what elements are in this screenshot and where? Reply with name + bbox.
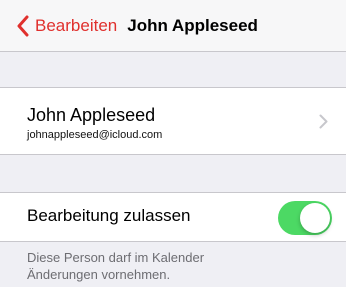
allow-editing-label: Bearbeitung zulassen xyxy=(27,206,191,225)
back-button[interactable]: Bearbeiten xyxy=(16,15,117,37)
allow-editing-cell: Bearbeitung zulassen xyxy=(0,192,346,242)
chevron-left-icon xyxy=(17,15,29,36)
footer-line-2: Änderungen vornehmen. xyxy=(27,267,171,282)
toggle-knob xyxy=(300,203,330,233)
footer-line-1: Diese Person darf im Kalender xyxy=(27,250,205,265)
page-title: John Appleseed xyxy=(127,15,258,35)
allow-editing-toggle[interactable] xyxy=(278,201,332,235)
permission-footer-note: Diese Person darf im Kalender Änderungen… xyxy=(27,249,327,283)
navigation-bar: Bearbeiten John Appleseed xyxy=(0,0,346,52)
back-button-label: Bearbeiten xyxy=(35,15,118,35)
chevron-right-icon xyxy=(319,114,328,129)
contact-name: John Appleseed xyxy=(27,105,156,125)
contact-email: johnappleseed@icloud.com xyxy=(27,129,163,141)
contact-cell[interactable]: John Appleseed johnappleseed@icloud.com xyxy=(0,87,346,155)
